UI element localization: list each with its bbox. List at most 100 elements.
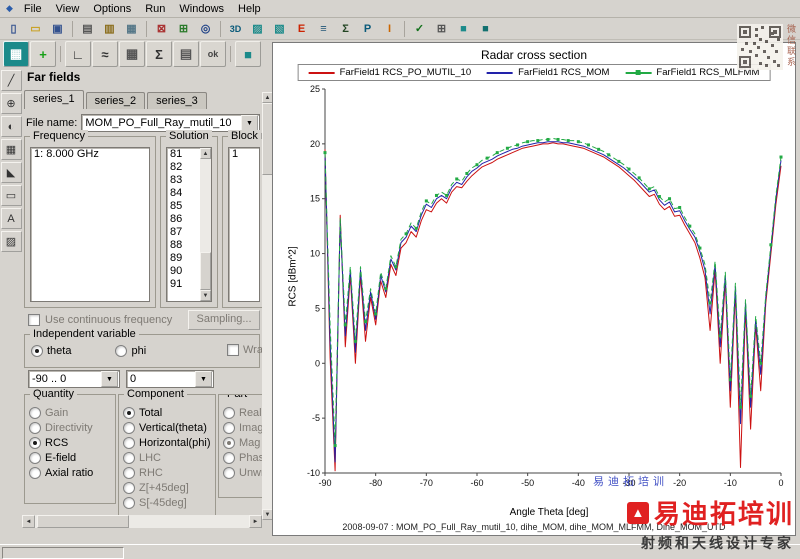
3d-view-icon[interactable]: 3D xyxy=(225,18,246,39)
chevron-down-icon[interactable]: ▼ xyxy=(241,115,258,131)
data-table-icon[interactable]: ▦ xyxy=(119,41,145,67)
add-series-icon[interactable]: + xyxy=(30,41,56,67)
radio-total[interactable]: Total xyxy=(119,405,215,420)
export-icon[interactable]: ▤ xyxy=(173,41,199,67)
open-icon[interactable]: ▭ xyxy=(25,18,46,39)
list-item[interactable]: 87 xyxy=(167,226,200,239)
list-item[interactable]: 83 xyxy=(167,174,200,187)
menu-run[interactable]: Run xyxy=(138,2,172,16)
delete-icon[interactable]: ⊠ xyxy=(151,18,172,39)
polar-graph-icon[interactable]: ⊕ xyxy=(0,93,22,114)
radio-mag[interactable]: Mag xyxy=(219,435,262,450)
wrap-checkbox-row[interactable]: Wrap xyxy=(227,344,262,356)
radio-gain[interactable]: Gain xyxy=(25,405,115,420)
menu-options[interactable]: Options xyxy=(86,2,138,16)
view-3d-icon[interactable]: ■ xyxy=(235,41,261,67)
smith-chart-icon[interactable]: ◐ xyxy=(0,116,22,137)
scroll-down-icon[interactable]: ▼ xyxy=(200,290,211,301)
cube-view-icon[interactable]: ■ xyxy=(453,18,474,39)
radio-phi[interactable]: phi xyxy=(111,343,146,358)
radio-rhc[interactable]: RHC xyxy=(119,465,215,480)
radio-directivity[interactable]: Directivity xyxy=(25,420,115,435)
panel-view-icon[interactable]: ■ xyxy=(475,18,496,39)
mesh-plot-icon[interactable]: ▧ xyxy=(269,18,290,39)
chevron-down-icon[interactable]: ▼ xyxy=(101,371,118,387)
sampling-button[interactable]: Sampling... xyxy=(188,310,260,330)
scroll-left-icon[interactable]: ◄ xyxy=(22,515,35,528)
menu-windows[interactable]: Windows xyxy=(172,2,231,16)
ok-stamp-icon[interactable]: ok xyxy=(200,41,226,67)
frequency-list[interactable]: 1: 8.000 GHz xyxy=(30,147,150,302)
tab-series-1[interactable]: series_1 xyxy=(24,90,84,109)
far-field-icon[interactable]: ≡ xyxy=(313,18,334,39)
list-item[interactable]: 89 xyxy=(167,252,200,265)
block-list[interactable]: 1 xyxy=(228,147,260,302)
scroll-right-icon[interactable]: ► xyxy=(249,515,262,528)
radio-lhc[interactable]: LHC xyxy=(119,450,215,465)
copy-icon[interactable]: ▥ xyxy=(99,18,120,39)
surface-plot-icon[interactable]: ▨ xyxy=(247,18,268,39)
menu-file[interactable]: File xyxy=(17,2,49,16)
axes-icon[interactable]: ∟ xyxy=(65,41,91,67)
paste-icon[interactable]: ▦ xyxy=(121,18,142,39)
list-item[interactable]: 81 xyxy=(167,148,200,161)
current-icon[interactable]: I xyxy=(379,18,400,39)
settings-icon[interactable]: ◎ xyxy=(195,18,216,39)
radio-rcs[interactable]: RCS xyxy=(25,435,115,450)
print-icon[interactable]: ▤ xyxy=(77,18,98,39)
3d-graph-icon[interactable]: ◣ xyxy=(0,162,22,183)
phi-value-combo[interactable]: 0 ▼ xyxy=(126,370,214,388)
menu-view[interactable]: View xyxy=(49,2,87,16)
radio-imag[interactable]: Imag xyxy=(219,420,262,435)
list-item[interactable]: 91 xyxy=(167,278,200,291)
radio-z-plus-45[interactable]: Z[+45deg] xyxy=(119,480,215,495)
radio-icon xyxy=(223,421,235,434)
chevron-down-icon[interactable]: ▼ xyxy=(195,371,212,387)
radio-s-minus-45[interactable]: S[-45deg] xyxy=(119,495,215,510)
scrollbar-thumb[interactable] xyxy=(37,515,129,528)
wrap-checkbox[interactable] xyxy=(227,344,239,356)
list-item[interactable]: 84 xyxy=(167,187,200,200)
save-icon[interactable]: ▣ xyxy=(47,18,68,39)
radio-e-field[interactable]: E-field xyxy=(25,450,115,465)
continuous-frequency-checkbox[interactable] xyxy=(28,314,40,326)
sum-traces-icon[interactable]: Σ xyxy=(146,41,172,67)
cartesian-graph-icon[interactable]: ╱ xyxy=(0,70,22,91)
run-button[interactable]: ▦ xyxy=(3,41,29,67)
surface-graph-icon[interactable]: ▦ xyxy=(0,139,22,160)
list-item[interactable]: 1 xyxy=(229,148,259,161)
panel-horizontal-scrollbar[interactable]: ◄ ► xyxy=(22,515,262,528)
new-file-icon[interactable]: ▯ xyxy=(3,18,24,39)
radio-theta[interactable]: theta xyxy=(27,343,71,358)
scrollbar-thumb[interactable] xyxy=(200,252,211,290)
scroll-up-icon[interactable]: ▲ xyxy=(200,148,211,159)
list-item[interactable]: 1: 8.000 GHz xyxy=(31,148,149,161)
add-graph-icon[interactable]: ⊞ xyxy=(173,18,194,39)
theta-range-combo[interactable]: -90 .. 0 ▼ xyxy=(28,370,120,388)
e-field-icon[interactable]: E xyxy=(291,18,312,39)
list-item[interactable]: 86 xyxy=(167,213,200,226)
sum-icon[interactable]: Σ xyxy=(335,18,356,39)
solution-scrollbar[interactable]: ▲ ▼ xyxy=(200,148,211,301)
list-item[interactable]: 85 xyxy=(167,200,200,213)
list-item[interactable]: 88 xyxy=(167,239,200,252)
trace-list-icon[interactable]: ≈ xyxy=(92,41,118,67)
radio-horizontal-phi[interactable]: Horizontal(phi) xyxy=(119,435,215,450)
report-icon[interactable]: ▭ xyxy=(0,185,22,206)
text-box-icon[interactable]: A xyxy=(0,208,22,229)
tab-series-3[interactable]: series_3 xyxy=(147,92,207,109)
apply-icon[interactable]: ✓ xyxy=(409,18,430,39)
menu-help[interactable]: Help xyxy=(231,2,268,16)
radio-unwrap[interactable]: Unwrap... xyxy=(219,465,262,480)
list-item[interactable]: 82 xyxy=(167,161,200,174)
solution-list[interactable]: 81 82 83 84 85 86 87 88 89 90 91 ▲ ▼ xyxy=(166,147,212,302)
image-icon[interactable]: ▨ xyxy=(0,231,22,252)
power-icon[interactable]: P xyxy=(357,18,378,39)
radio-axial-ratio[interactable]: Axial ratio xyxy=(25,465,115,480)
radio-vertical-theta[interactable]: Vertical(theta) xyxy=(119,420,215,435)
radio-real[interactable]: Real xyxy=(219,405,262,420)
list-item[interactable]: 90 xyxy=(167,265,200,278)
tab-series-2[interactable]: series_2 xyxy=(85,92,146,109)
radio-phase[interactable]: Phase xyxy=(219,450,262,465)
grid-icon[interactable]: ⊞ xyxy=(431,18,452,39)
